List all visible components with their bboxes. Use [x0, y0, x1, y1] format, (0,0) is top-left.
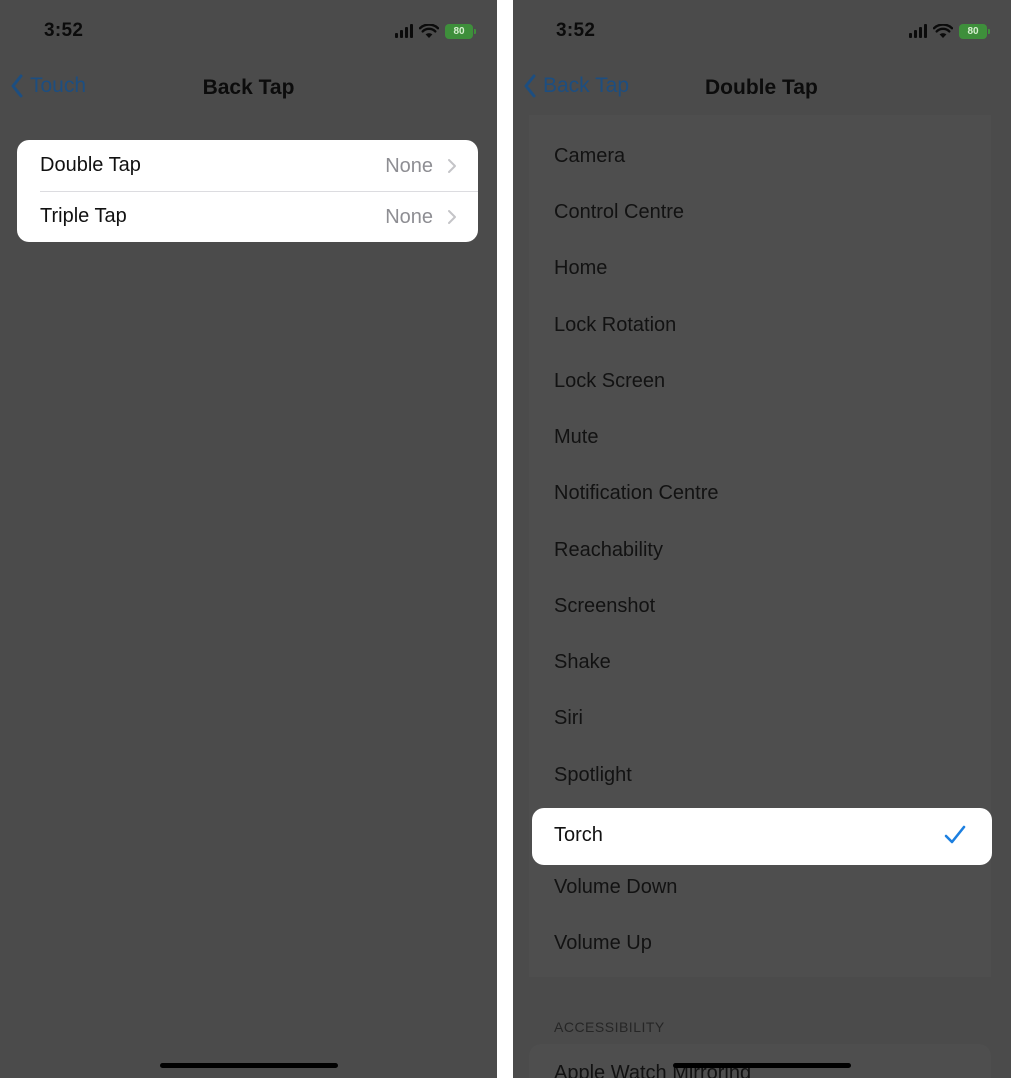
option-label: Mute: [554, 426, 599, 448]
back-label: Back Tap: [543, 74, 629, 97]
option-label: Volume Down: [554, 876, 678, 898]
option-lock-screen[interactable]: Lock Screen: [529, 356, 991, 412]
battery-icon: 80: [959, 23, 990, 39]
wifi-icon: [419, 23, 439, 38]
status-icons: 80: [395, 22, 476, 40]
option-notification-centre[interactable]: Notification Centre: [529, 468, 991, 524]
chevron-right-icon: [448, 159, 456, 173]
chevron-right-icon: [448, 210, 456, 224]
option-reachability[interactable]: Reachability: [529, 525, 991, 581]
option-control-centre[interactable]: Control Centre: [529, 187, 991, 243]
back-tap-screen: 3:52 80 Touch Back Tap Double Tap None T…: [0, 0, 497, 1078]
option-camera[interactable]: Camera: [529, 131, 991, 187]
cellular-signal-icon: [909, 24, 927, 38]
option-label: Siri: [554, 707, 583, 729]
battery-icon: 80: [445, 23, 476, 39]
option-label: Notification Centre: [554, 482, 719, 504]
option-volume-down[interactable]: Volume Down: [529, 862, 991, 918]
option-volume-up[interactable]: Volume Up: [529, 918, 991, 974]
row-label: Double Tap: [40, 154, 141, 176]
double-tap-screen: 3:52 80 Back Tap Double Tap Camera Contr…: [513, 0, 1011, 1078]
option-mute[interactable]: Mute: [529, 412, 991, 468]
chevron-left-icon: [524, 74, 536, 98]
status-bar: 3:52 80: [513, 0, 1011, 60]
option-spotlight[interactable]: Spotlight: [529, 750, 991, 806]
option-label: Home: [554, 257, 608, 279]
row-value: None: [385, 206, 433, 228]
option-label: Camera: [554, 145, 626, 167]
cellular-signal-icon: [395, 24, 413, 38]
row-value: None: [385, 155, 433, 177]
option-label: Torch: [554, 824, 603, 846]
page-title: Back Tap: [202, 76, 295, 99]
option-label: Spotlight: [554, 764, 632, 786]
option-screenshot[interactable]: Screenshot: [529, 581, 991, 637]
triple-tap-row[interactable]: Triple Tap None: [17, 191, 478, 242]
accessibility-options-list: Apple Watch Mirroring: [529, 1044, 991, 1078]
option-lock-rotation[interactable]: Lock Rotation: [529, 300, 991, 356]
wifi-icon: [933, 23, 953, 38]
back-button[interactable]: Back Tap: [523, 74, 629, 98]
status-bar: 3:52 80: [0, 0, 497, 60]
back-tap-options-card: Double Tap None Triple Tap None: [17, 140, 478, 242]
option-label: Shake: [554, 651, 611, 673]
navigation-bar: Touch Back Tap: [0, 66, 497, 110]
option-home[interactable]: Home: [529, 243, 991, 299]
home-indicator: [160, 1063, 338, 1068]
navigation-bar: Back Tap Double Tap: [513, 66, 1011, 110]
option-torch-selected[interactable]: Torch: [532, 808, 992, 865]
page-title: Double Tap: [705, 76, 818, 99]
section-header-accessibility: ACCESSIBILITY: [554, 1019, 665, 1035]
option-siri[interactable]: Siri: [529, 693, 991, 749]
option-label: Lock Rotation: [554, 314, 677, 336]
option-label: Lock Screen: [554, 370, 666, 392]
option-apple-watch-mirroring[interactable]: Apple Watch Mirroring: [529, 1044, 991, 1078]
status-icons: 80: [909, 22, 990, 40]
option-label: Volume Up: [554, 932, 652, 954]
option-label: Control Centre: [554, 201, 685, 223]
status-time: 3:52: [556, 20, 596, 41]
row-label: Triple Tap: [40, 205, 127, 227]
checkmark-icon: [944, 825, 966, 844]
home-indicator: [673, 1063, 851, 1068]
double-tap-row[interactable]: Double Tap None: [17, 140, 478, 191]
option-label: Reachability: [554, 539, 663, 561]
option-shake[interactable]: Shake: [529, 637, 991, 693]
option-label: Screenshot: [554, 595, 656, 617]
status-time: 3:52: [44, 20, 84, 41]
